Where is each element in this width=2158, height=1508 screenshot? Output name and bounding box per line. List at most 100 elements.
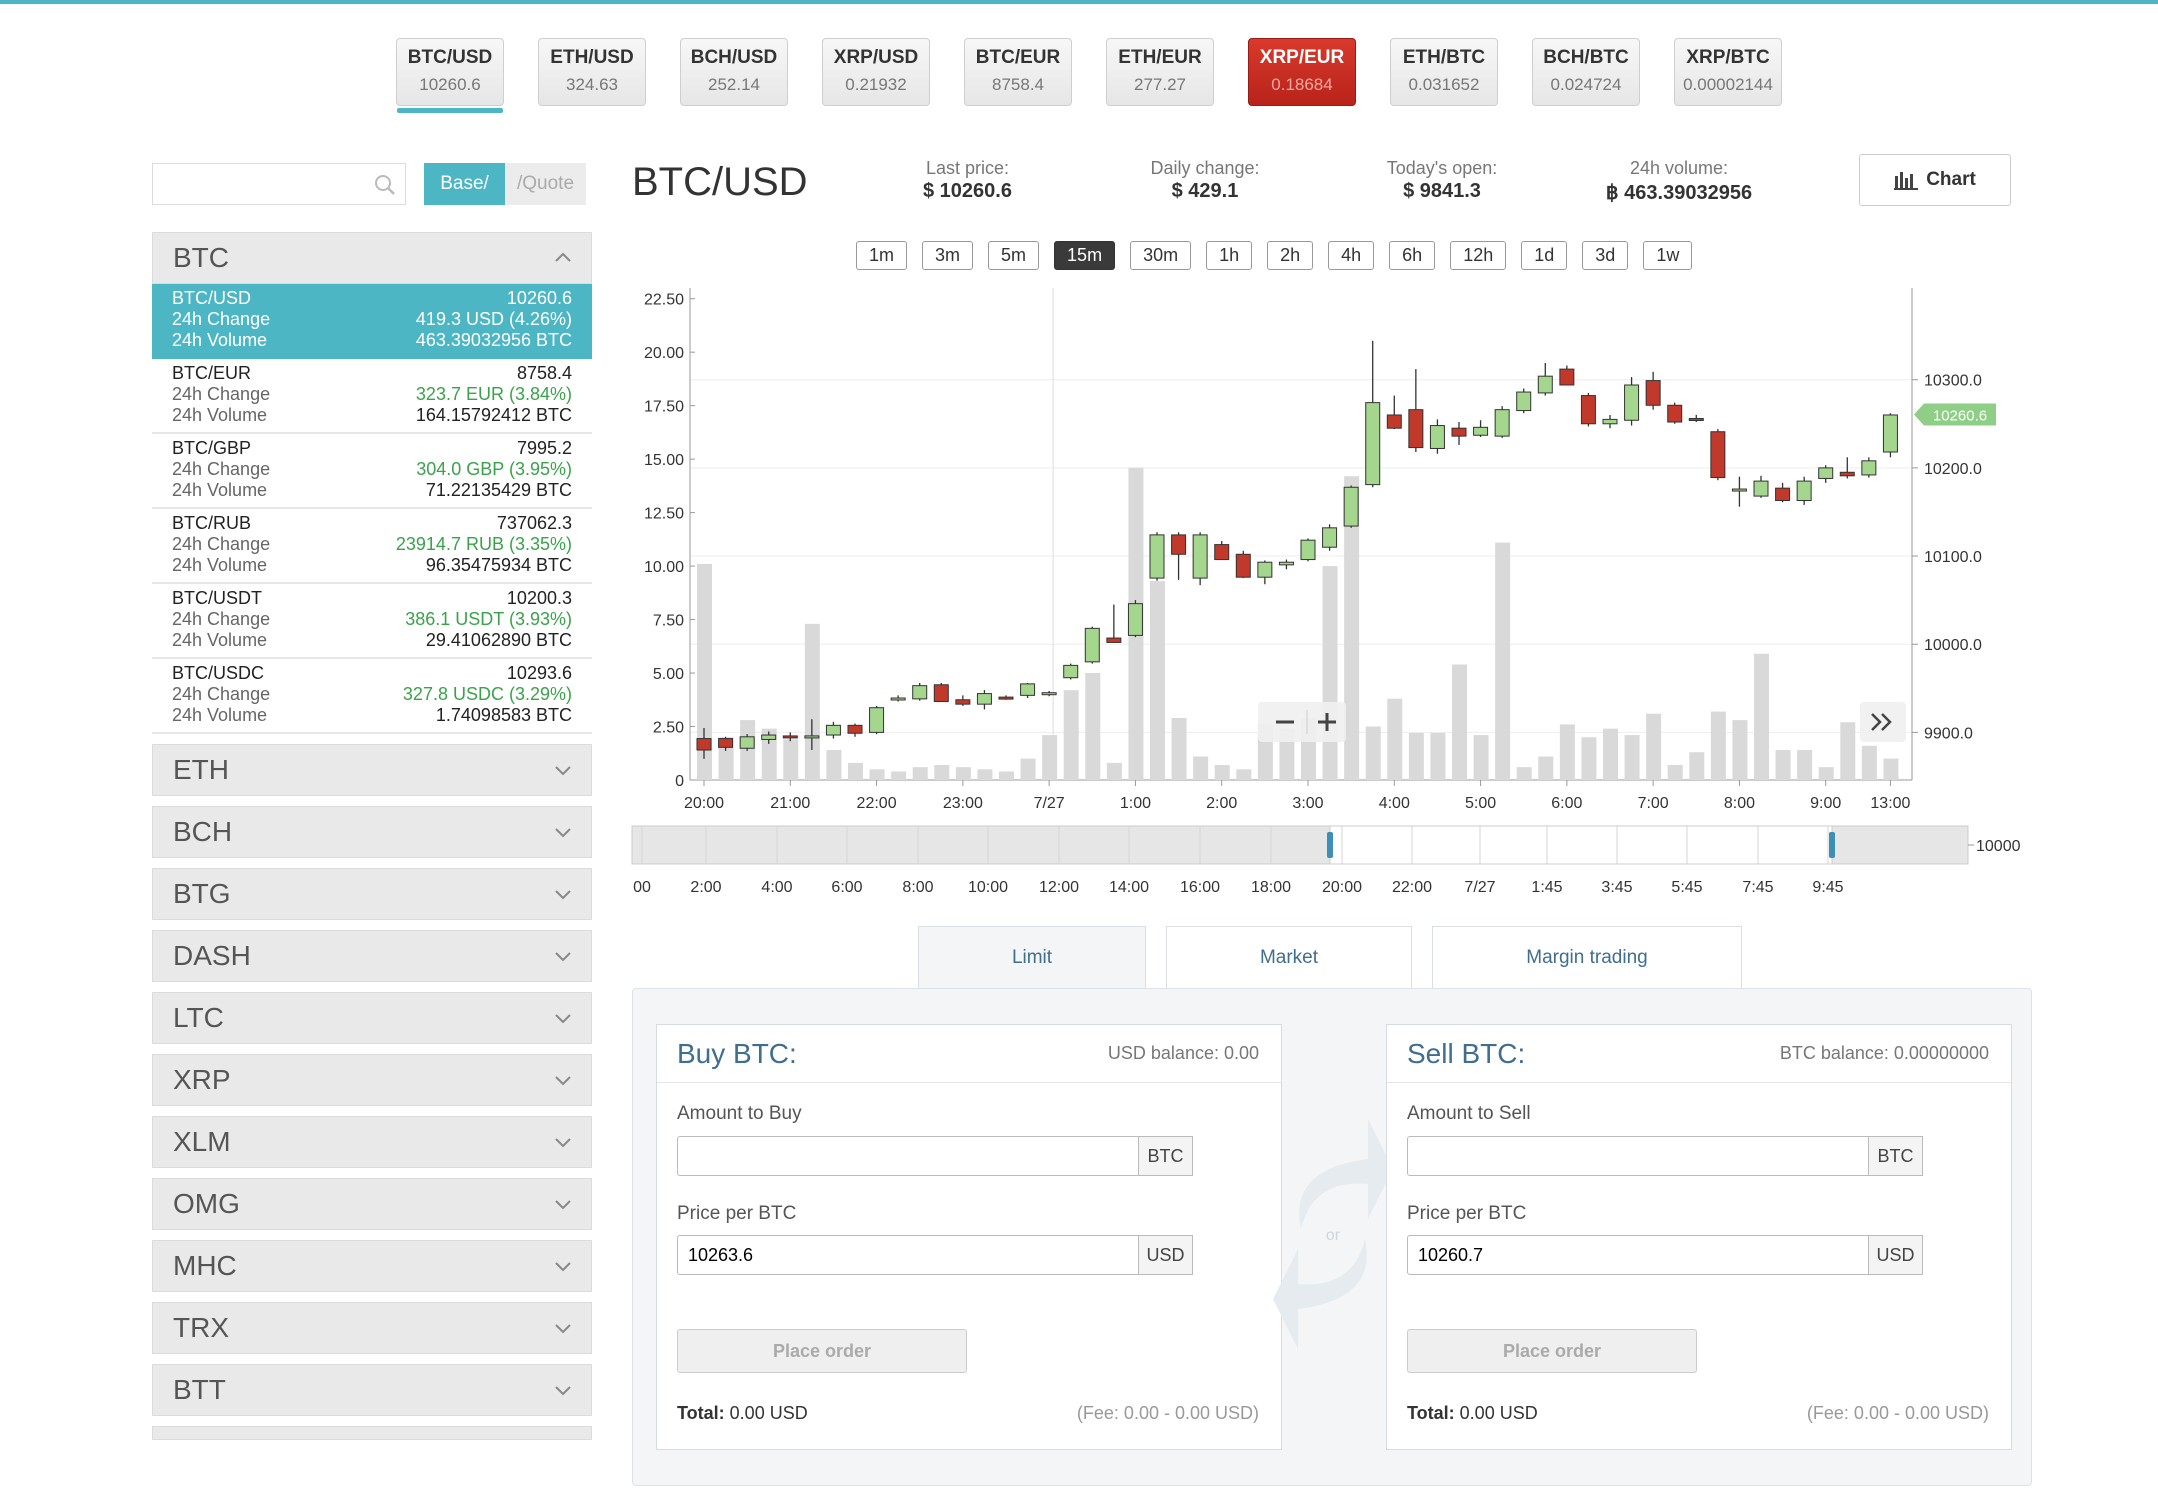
search-icon[interactable] [373, 173, 397, 197]
interval-6h[interactable]: 6h [1389, 241, 1436, 270]
candle-down[interactable] [1710, 431, 1726, 479]
candle-down[interactable] [1171, 534, 1187, 555]
candle-up[interactable] [869, 707, 885, 733]
interval-1w[interactable]: 1w [1643, 241, 1693, 270]
ticker-bch-btc[interactable]: BCH/BTC 0.024724 [1532, 38, 1640, 106]
buy-price-input[interactable] [677, 1235, 1139, 1275]
candle-down[interactable] [1580, 395, 1596, 425]
interval-1h[interactable]: 1h [1206, 241, 1253, 270]
candle-up[interactable] [1127, 603, 1143, 636]
candle-up[interactable] [1516, 391, 1532, 412]
candle-up[interactable] [890, 697, 906, 701]
candle-up[interactable] [1796, 480, 1812, 501]
ticker-eth-btc[interactable]: ETH/BTC 0.031652 [1390, 38, 1498, 106]
interval-1m[interactable]: 1m [856, 241, 908, 270]
interval-12h[interactable]: 12h [1450, 241, 1507, 270]
group-header-omg[interactable]: OMG [152, 1178, 592, 1230]
candle-up[interactable] [1624, 384, 1640, 421]
candle-up[interactable] [1300, 539, 1316, 561]
candle-down[interactable] [1451, 427, 1467, 437]
candle-up[interactable] [1149, 534, 1165, 579]
candle-down[interactable] [1688, 417, 1704, 421]
candle-down[interactable] [955, 699, 971, 705]
candle-up[interactable] [1041, 692, 1057, 696]
group-header-partial[interactable] [152, 1426, 592, 1440]
candle-up[interactable] [1882, 414, 1898, 453]
candle-down[interactable] [1775, 487, 1791, 501]
candle-up[interactable] [1343, 486, 1359, 527]
amount-to-sell-input[interactable] [1407, 1136, 1869, 1176]
interval-2h[interactable]: 2h [1267, 241, 1314, 270]
pair-row-btc-gbp[interactable]: BTC/GBP 7995.2 24h Change 304.0 GBP (3.95%)… [152, 434, 592, 509]
candle-up[interactable] [1257, 561, 1273, 578]
ticker-eth-usd[interactable]: ETH/USD 324.63 [538, 38, 646, 106]
candle-up[interactable] [1473, 426, 1489, 436]
ticker-btc-eur[interactable]: BTC/EUR 8758.4 [964, 38, 1072, 106]
chart-button[interactable]: Chart [1859, 154, 2011, 206]
candle-up[interactable] [1365, 402, 1381, 486]
candle-up[interactable] [912, 685, 928, 700]
amount-to-buy-input[interactable] [677, 1136, 1139, 1176]
candle-up[interactable] [1731, 488, 1747, 492]
toggle-quote[interactable]: /Quote [505, 163, 586, 205]
group-header-eth[interactable]: ETH [152, 744, 592, 796]
candle-up[interactable] [1063, 664, 1079, 679]
candle-up[interactable] [1818, 467, 1834, 479]
candle-down[interactable] [1386, 414, 1402, 429]
candle-down[interactable] [933, 684, 949, 703]
interval-3d[interactable]: 3d [1582, 241, 1629, 270]
tab-margin-trading[interactable]: Margin trading [1432, 926, 1742, 988]
candle-up[interactable] [1278, 561, 1294, 566]
ticker-xrp-usd[interactable]: XRP/USD 0.21932 [822, 38, 930, 106]
search-input[interactable] [153, 164, 405, 204]
group-header-btc[interactable]: BTC [152, 232, 592, 284]
ticker-xrp-btc[interactable]: XRP/BTC 0.00002144 [1674, 38, 1782, 106]
sell-place-order-button[interactable]: Place order [1407, 1329, 1697, 1373]
candle-down[interactable] [1408, 409, 1424, 449]
interval-15m[interactable]: 15m [1054, 241, 1116, 270]
candle-down[interactable] [718, 738, 734, 748]
candle-up[interactable] [1861, 460, 1877, 476]
group-header-mhc[interactable]: MHC [152, 1240, 592, 1292]
tab-limit[interactable]: Limit [918, 926, 1146, 988]
interval-1d[interactable]: 1d [1521, 241, 1568, 270]
candle-up[interactable] [1753, 480, 1769, 497]
interval-4h[interactable]: 4h [1328, 241, 1375, 270]
candle-up[interactable] [825, 724, 841, 736]
interval-30m[interactable]: 30m [1130, 241, 1192, 270]
candle-down[interactable] [1559, 368, 1575, 386]
navigator-handle[interactable] [1327, 832, 1333, 858]
pair-row-btc-rub[interactable]: BTC/RUB 737062.3 24h Change 23914.7 RUB (3.… [152, 509, 592, 584]
candle-down[interactable] [1667, 404, 1683, 423]
candle-up[interactable] [1192, 534, 1208, 579]
candle-up[interactable] [1602, 418, 1618, 425]
sell-price-input[interactable] [1407, 1235, 1869, 1275]
candle-down[interactable] [782, 735, 798, 739]
pair-row-btc-eur[interactable]: BTC/EUR 8758.4 24h Change 323.7 EUR (3.84%)… [152, 359, 592, 434]
scroll-forward-icon[interactable] [1860, 702, 1906, 742]
candle-up[interactable] [976, 693, 992, 705]
group-header-btt[interactable]: BTT [152, 1364, 592, 1416]
ticker-btc-usd[interactable]: BTC/USD 10260.6 [396, 38, 504, 113]
candle-up[interactable] [804, 735, 820, 739]
navigator-selection[interactable] [1329, 825, 1833, 865]
toggle-base[interactable]: Base/ [424, 163, 505, 205]
group-header-xlm[interactable]: XLM [152, 1116, 592, 1168]
candle-down[interactable] [1839, 471, 1855, 477]
candle-up[interactable] [1494, 409, 1510, 437]
candle-up[interactable] [1084, 627, 1100, 663]
candle-down[interactable] [1235, 553, 1251, 578]
candle-down[interactable] [1214, 544, 1230, 561]
group-header-btg[interactable]: BTG [152, 868, 592, 920]
group-header-trx[interactable]: TRX [152, 1302, 592, 1354]
ticker-eth-eur[interactable]: ETH/EUR 277.27 [1106, 38, 1214, 106]
candle-up[interactable] [1020, 683, 1036, 696]
candle-down[interactable] [696, 738, 712, 751]
buy-place-order-button[interactable]: Place order [677, 1329, 967, 1373]
pair-row-btc-usd[interactable]: BTC/USD 10260.6 24h Change 419.3 USD (4.26%… [152, 284, 592, 359]
candle-down[interactable] [1645, 380, 1661, 406]
candle-up[interactable] [739, 736, 755, 749]
group-header-dash[interactable]: DASH [152, 930, 592, 982]
candle-down[interactable] [847, 724, 863, 734]
candle-up[interactable] [1537, 375, 1553, 394]
